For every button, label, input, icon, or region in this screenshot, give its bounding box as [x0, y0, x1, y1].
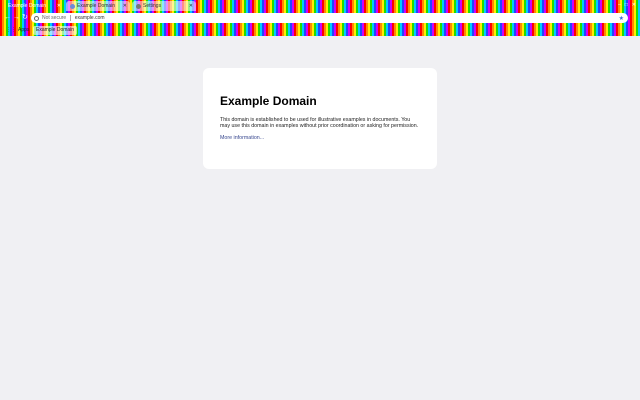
page-description: This domain is established to be used fo…	[220, 117, 419, 130]
reload-icon[interactable]: ↻	[22, 14, 28, 22]
url-text[interactable]: example.com	[75, 15, 105, 21]
page-icon	[70, 3, 75, 9]
address-bar[interactable]: Not secure example.com ★	[31, 13, 628, 23]
tab-example-domain[interactable]: Example Domain ✕	[66, 1, 130, 11]
apps-button[interactable]: ⋮⋮ Apps	[6, 26, 29, 35]
back-icon[interactable]: ←	[4, 14, 11, 22]
browser-chrome: Example Domain ✕ Example Domain ✕ Settin…	[0, 0, 640, 36]
apps-grid-icon: ⋮⋮	[6, 27, 16, 33]
more-information-link[interactable]: More information...	[220, 135, 420, 141]
tab-strip: Example Domain ✕ Example Domain ✕ Settin…	[0, 0, 640, 11]
tab-label: Settings	[143, 3, 162, 9]
close-window-icon[interactable]: ✕	[632, 1, 636, 10]
forward-icon[interactable]: →	[13, 14, 20, 22]
window-controls: – □ ✕	[618, 1, 636, 10]
minimize-icon[interactable]: –	[618, 1, 621, 10]
apps-label: Apps	[18, 27, 30, 33]
close-icon[interactable]: ✕	[57, 1, 64, 11]
tab-label: Example Domain	[8, 3, 47, 9]
tab-label: Example Domain	[77, 3, 116, 9]
close-icon[interactable]: ✕	[123, 1, 130, 11]
bookmark-example-domain[interactable]: Example Domain	[33, 26, 78, 35]
info-icon[interactable]	[34, 15, 39, 21]
bookmark-star-icon[interactable]: ★	[619, 15, 628, 22]
gear-icon	[136, 3, 141, 9]
tab-settings[interactable]: Settings ✕	[132, 1, 196, 11]
security-label: Not secure	[42, 15, 67, 21]
content-card: Example Domain This domain is establishe…	[203, 68, 437, 169]
close-icon[interactable]: ✕	[189, 1, 196, 11]
page-title: Example Domain	[220, 94, 317, 108]
tab-example-domain-active[interactable]: Example Domain ✕	[4, 1, 64, 11]
bookmarks-bar: ⋮⋮ Apps Example Domain	[0, 25, 640, 36]
maximize-icon[interactable]: □	[625, 1, 628, 10]
bookmark-label: Example Domain	[36, 27, 75, 33]
divider	[70, 15, 71, 21]
